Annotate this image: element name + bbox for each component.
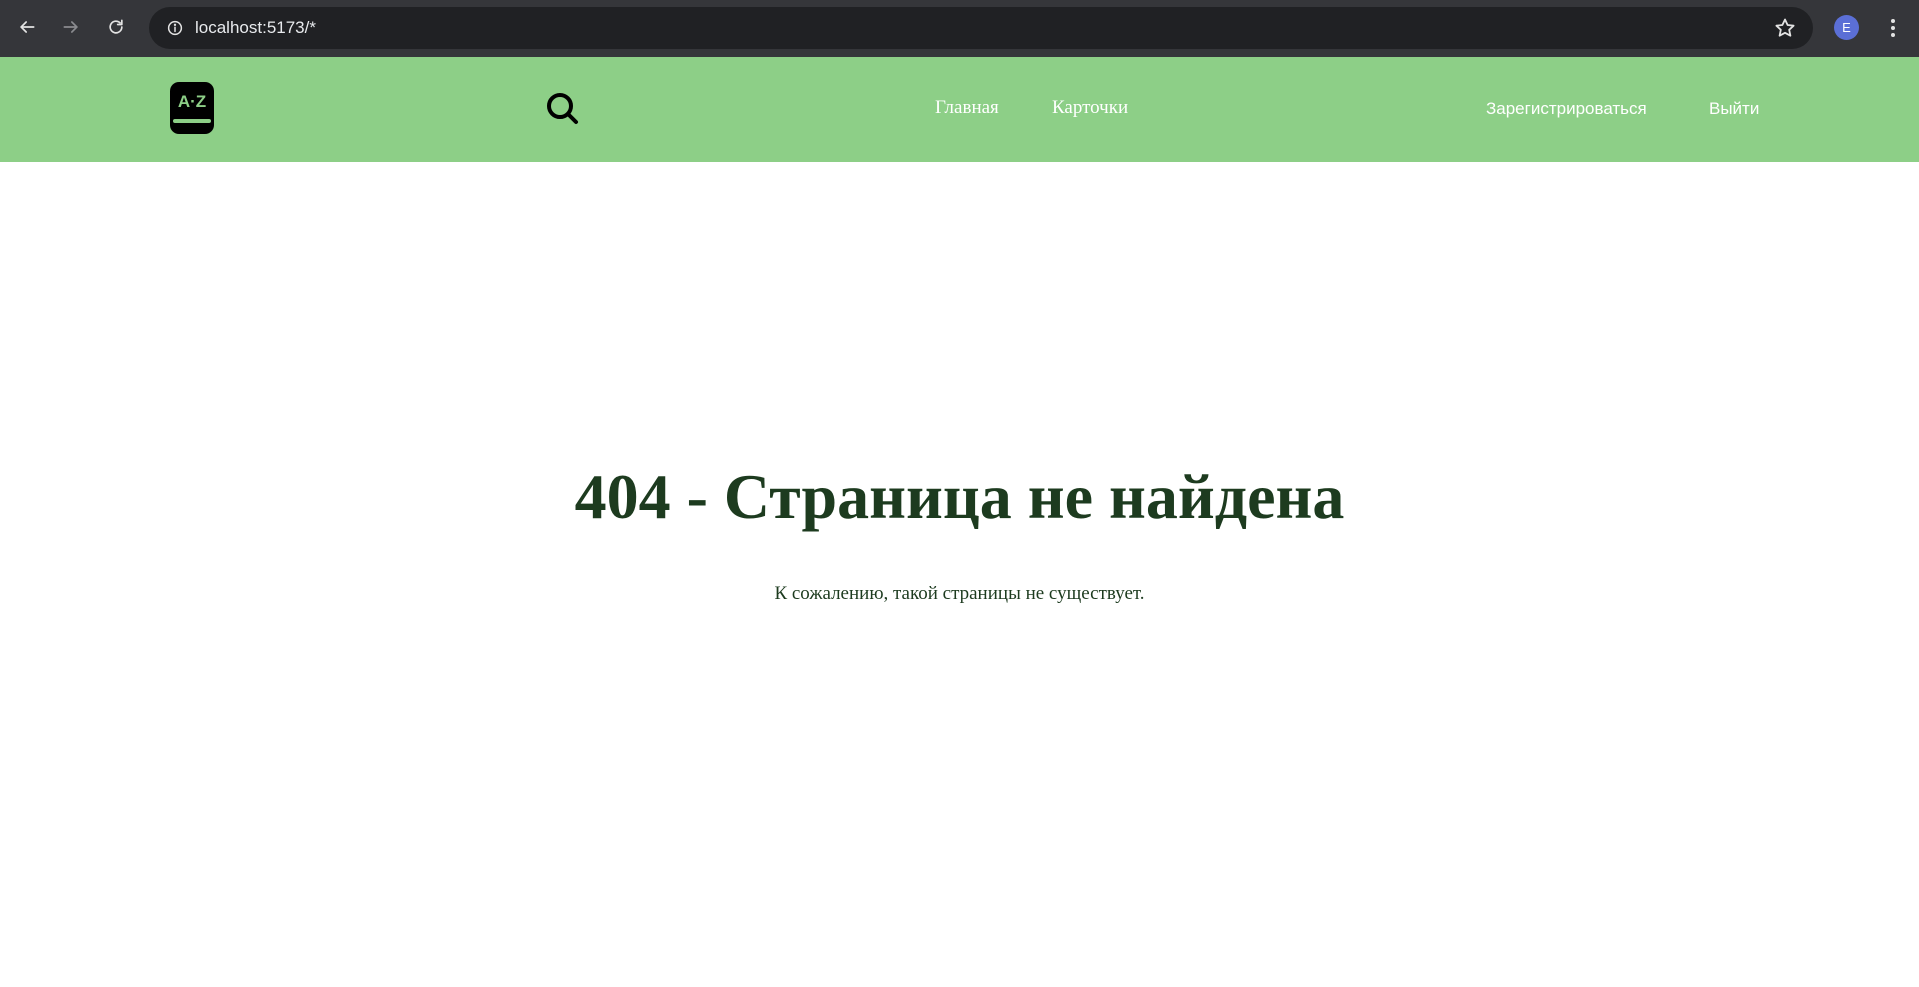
url-text[interactable]: localhost:5173/* xyxy=(195,7,316,49)
nav-link-home[interactable]: Главная xyxy=(935,97,999,119)
page-title: 404 - Страница не найдена xyxy=(574,461,1345,532)
back-button[interactable] xyxy=(10,10,44,44)
register-link[interactable]: Зарегистрироваться xyxy=(1486,99,1647,119)
logo-text: A·Z xyxy=(178,92,206,111)
forward-button[interactable] xyxy=(54,10,88,44)
site-header: A·Z Главная Карточки Зарегистрироваться … xyxy=(0,57,1919,162)
browser-toolbar: localhost:5173/* E xyxy=(0,0,1919,57)
arrow-left-icon xyxy=(20,21,35,33)
nav-link-cards[interactable]: Карточки xyxy=(1052,97,1128,119)
address-bar[interactable]: localhost:5173/* xyxy=(149,7,1813,49)
reload-button[interactable] xyxy=(99,10,133,44)
info-icon[interactable] xyxy=(159,12,191,44)
arrow-right-icon xyxy=(63,21,78,33)
logout-link[interactable]: Выйти xyxy=(1709,99,1759,119)
main-content: 404 - Страница не найдена К сожалению, т… xyxy=(0,162,1919,987)
logo[interactable]: A·Z xyxy=(170,82,214,134)
kebab-menu-icon[interactable] xyxy=(1880,14,1906,42)
error-message: К сожалению, такой страницы не существуе… xyxy=(774,583,1145,604)
dictionary-logo-icon: A·Z xyxy=(170,82,214,134)
reload-icon xyxy=(109,19,123,34)
star-icon[interactable] xyxy=(1773,16,1797,40)
profile-avatar[interactable]: E xyxy=(1834,15,1859,40)
search-icon[interactable] xyxy=(545,91,581,127)
